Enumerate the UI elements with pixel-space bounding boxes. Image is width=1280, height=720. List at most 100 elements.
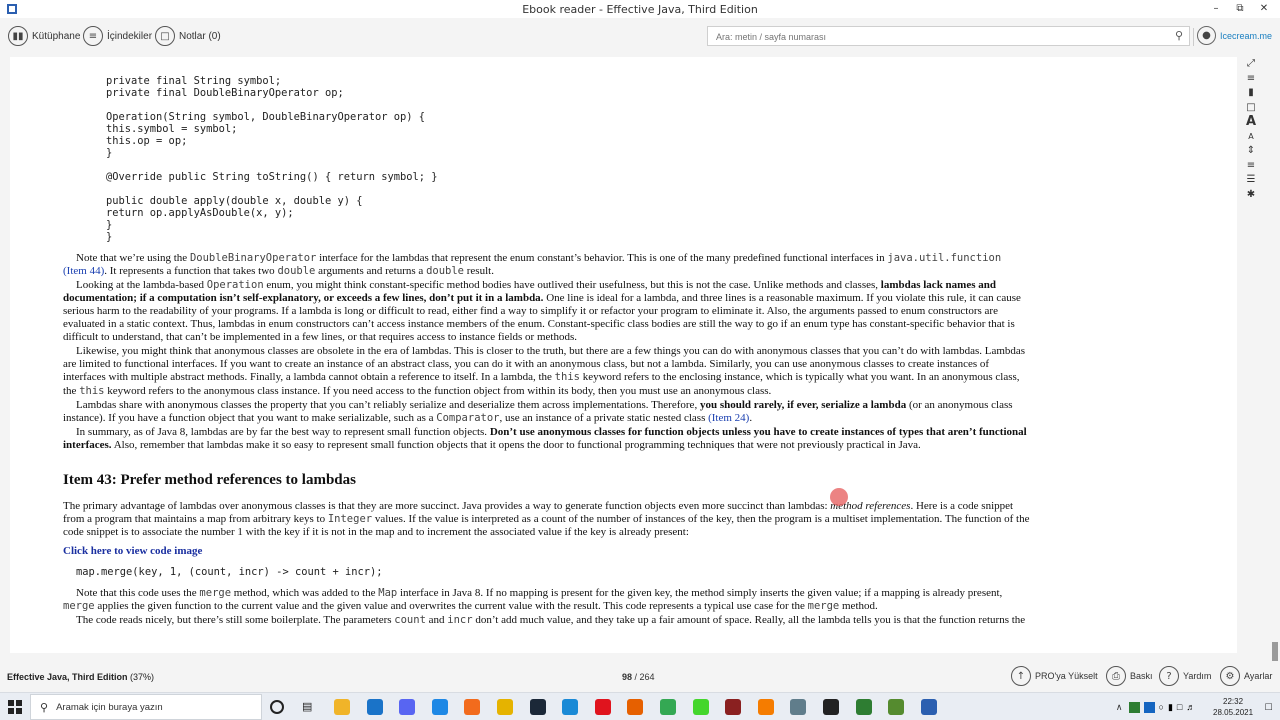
cortana-icon[interactable] (270, 700, 284, 714)
help-button[interactable]: ? Yardım (1159, 666, 1211, 686)
print-button[interactable]: ⎙ Baskı (1106, 666, 1153, 686)
app-icon-green2[interactable] (888, 699, 905, 715)
arrow-up-icon: ↑ (1011, 666, 1031, 686)
ebook-reader-window: Ebook reader - Effective Java, Third Edi… (0, 0, 1280, 720)
paragraph-line: documentation; if a computation isn’t se… (63, 292, 1021, 304)
library-label: Kütüphane (32, 30, 81, 42)
mouse-cursor-highlight (830, 488, 848, 506)
app-icon-orange[interactable] (757, 699, 774, 715)
taskbar-search[interactable]: ⚲ Aramak için buraya yazın (30, 694, 262, 720)
date: 28.05.2021 (1213, 708, 1254, 717)
start-button[interactable] (0, 693, 30, 720)
code-line: private final DoubleBinaryOperator op; (106, 87, 344, 99)
windows-logo-icon (8, 700, 22, 714)
mail-icon[interactable] (366, 699, 383, 715)
code-line: @Override public String toString() { ret… (106, 171, 438, 183)
chrome-icon[interactable] (660, 699, 676, 715)
discord-icon[interactable] (399, 699, 416, 715)
brand-label: Icecream.me (1220, 30, 1273, 41)
line-spacing-icon[interactable]: ⇕ (1239, 144, 1263, 159)
chevron-up-icon[interactable]: ∧ (1116, 702, 1123, 713)
item-44-link[interactable]: (Item 44) (63, 265, 104, 277)
settings-button[interactable]: ⚙ Ayarlar (1220, 666, 1272, 686)
clock[interactable]: 22:32 28.05.2021 (1213, 696, 1253, 718)
task-view-icon[interactable]: ▤ (302, 700, 312, 713)
gear-icon: ⚙ (1220, 666, 1240, 686)
toc-button[interactable]: ≡ İçindekiler (83, 25, 152, 47)
total-pages: / 264 (634, 672, 655, 682)
code-snippet: map.merge(key, 1, (count, incr) -> count… (76, 566, 383, 578)
paragraph-line: interfaces with multiple abstract method… (63, 371, 1020, 383)
origin-icon[interactable] (464, 699, 481, 715)
firefox-icon[interactable] (627, 699, 644, 715)
list-icon[interactable]: ≡ (1239, 72, 1263, 87)
paragraph-line: interfaces. Also, remember that lambdas … (63, 439, 921, 451)
comment-icon[interactable]: □ (1239, 101, 1263, 116)
mic-icon[interactable]: ▮ (1168, 702, 1173, 713)
code-line: } (106, 231, 113, 243)
library-button[interactable]: ▮▮ Kütüphane (8, 25, 80, 47)
font-increase-icon[interactable]: A (1239, 114, 1263, 130)
book-title: Effective Java, Third Edition (7, 672, 128, 682)
paragraph-line: Lambdas share with anonymous classes the… (76, 399, 1013, 411)
tray-app-icon[interactable] (1128, 701, 1140, 713)
display-icon[interactable]: □ (1177, 702, 1182, 712)
paragraph-line: In summary, as of Java 8, lambdas are by… (76, 426, 1027, 438)
volume-icon[interactable]: ♬ (1186, 702, 1195, 712)
paragraph-line: The primary advantage of lambdas over an… (63, 500, 1014, 512)
brightness-icon[interactable]: ✱ (1239, 188, 1263, 203)
upgrade-pro-button[interactable]: ↑ PRO'ya Yükselt (1011, 666, 1098, 686)
right-toolbar: ⤢ ≡ ▮ □ A A ⇕ ≡ ☰ ✱ (1239, 57, 1263, 202)
notification-icon[interactable]: □ (1265, 701, 1272, 713)
steam-icon[interactable] (529, 699, 546, 715)
code-line: Operation(String symbol, DoubleBinaryOpe… (106, 111, 426, 123)
code-line: this.symbol = symbol; (106, 123, 238, 135)
paragraph-line: Likewise, you might think that anonymous… (76, 345, 1026, 357)
search-icon[interactable]: ⚲ (1175, 29, 1183, 42)
rockstar-icon[interactable] (497, 699, 513, 715)
app-icon-green[interactable] (855, 699, 872, 715)
minimize-button[interactable]: – (1204, 1, 1228, 17)
bookmark-icon[interactable]: ▮ (1239, 86, 1263, 101)
edge-icon[interactable] (562, 699, 579, 715)
search-input[interactable] (716, 28, 1156, 46)
vertical-scrollbar[interactable] (1272, 57, 1278, 672)
view-code-image-link[interactable]: Click here to view code image (63, 545, 202, 557)
paragraph-line: merge applies the given function to the … (63, 600, 878, 612)
paragraph-spacing-icon[interactable]: ≡ (1239, 159, 1263, 174)
search-box: ⚲ (707, 26, 1190, 46)
paragraph-line: Looking at the lambda-based Operation en… (76, 279, 996, 291)
app-icon-blue[interactable] (431, 699, 448, 715)
notes-button[interactable]: □ Notlar (0) (155, 25, 221, 47)
search-icon: ⚲ (40, 701, 49, 714)
app-icon-gray[interactable] (790, 699, 807, 715)
opera-icon[interactable] (594, 699, 611, 715)
notes-label: Notlar (0) (179, 30, 221, 42)
app-icon-dark[interactable] (725, 699, 742, 715)
app-icon-red[interactable] (823, 699, 839, 715)
network-icon[interactable]: ○ (1159, 702, 1164, 712)
paragraph-line: the this keyword refers to the anonymous… (63, 385, 772, 397)
tray-app-icon[interactable] (1143, 701, 1155, 713)
paragraph-line: evaluated in a static context. Thus, lam… (63, 318, 1015, 330)
columns-icon[interactable]: ☰ (1239, 173, 1263, 188)
fullscreen-icon[interactable]: ⤢ (1239, 57, 1263, 72)
code-line: return op.applyAsDouble(x, y); (106, 207, 294, 219)
close-button[interactable]: ✕ (1252, 1, 1276, 17)
razer-icon[interactable] (692, 699, 709, 715)
font-decrease-icon[interactable]: A (1239, 130, 1263, 145)
item-24-link[interactable]: (Item 24) (708, 412, 749, 424)
page-indicator[interactable]: 98 / 264 (622, 672, 655, 682)
book-page: private final String symbol; private fin… (10, 57, 1237, 653)
ebook-reader-icon[interactable] (920, 699, 937, 715)
paragraph-line: are limited to functional interfaces. If… (63, 358, 990, 370)
status-bar: Effective Java, Third Edition (37%) 98 /… (0, 661, 1280, 692)
maximize-button[interactable]: ⧉ (1228, 1, 1252, 17)
reading-progress: (37%) (130, 672, 155, 682)
icecream-link[interactable]: ● Icecream.me (1197, 26, 1272, 45)
icecream-logo-icon: ● (1197, 26, 1216, 45)
file-explorer-icon[interactable] (334, 699, 350, 715)
window-title: Ebook reader - Effective Java, Third Edi… (522, 3, 758, 16)
